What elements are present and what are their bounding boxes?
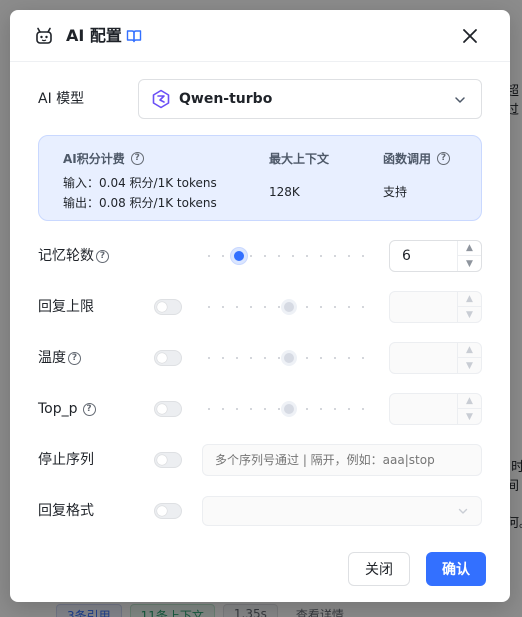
input-price: 输入：0.04 积分/1K tokens: [63, 176, 217, 190]
top-p-slider[interactable]: [202, 401, 376, 417]
memory-number-input[interactable]: 6 ▲ ▼: [389, 240, 482, 272]
stop-sequence-input[interactable]: [202, 444, 482, 476]
model-info-card: AI积分计费 ? 输入：0.04 积分/1K tokens 输出：0.08 积分…: [38, 135, 482, 221]
memory-value: 6: [402, 248, 411, 264]
memory-slider[interactable]: [202, 248, 376, 264]
max-reply-number-input[interactable]: ▲ ▼: [389, 291, 482, 323]
help-icon[interactable]: ?: [130, 152, 144, 165]
stepper: ▲ ▼: [457, 394, 481, 424]
memory-label: 记忆轮数: [38, 248, 94, 264]
stepper: ▲ ▼: [457, 343, 481, 373]
temperature-label: 温度: [38, 350, 66, 366]
stop-row-label: 停止序列: [38, 450, 94, 470]
dialog-title: AI 配置: [66, 26, 122, 45]
close-icon[interactable]: [460, 26, 480, 46]
help-icon[interactable]: ?: [96, 249, 109, 263]
chevron-down-icon: [455, 97, 465, 103]
stop-toggle[interactable]: [154, 452, 182, 468]
max-reply-slider[interactable]: [202, 299, 376, 315]
stepper: ▲ ▼: [457, 292, 481, 322]
increment-icon[interactable]: ▲: [458, 394, 481, 409]
model-name: Qwen-turbo: [179, 91, 273, 107]
chevron-down-icon: [458, 508, 468, 514]
temperature-slider[interactable]: [202, 350, 376, 366]
format-select[interactable]: [202, 496, 482, 526]
confirm-button[interactable]: 确认: [426, 552, 486, 586]
stepper: ▲ ▼: [457, 241, 481, 271]
help-icon[interactable]: ?: [82, 402, 96, 416]
memory-row-label: 记忆轮数 ?: [38, 246, 109, 266]
increment-icon[interactable]: ▲: [458, 343, 481, 358]
function-heading: 函数调用 ?: [383, 150, 451, 167]
decrement-icon[interactable]: ▼: [458, 409, 481, 424]
qwen-logo-icon: [152, 89, 170, 109]
close-button[interactable]: 关闭: [348, 552, 410, 586]
points-heading: AI积分计费 ?: [63, 150, 144, 167]
format-label: 回复格式: [38, 503, 94, 519]
slider-thumb[interactable]: [281, 350, 297, 366]
model-label: AI 模型: [38, 91, 85, 107]
context-title: 最大上下文: [269, 152, 330, 166]
decrement-icon[interactable]: ▼: [458, 256, 481, 271]
output-price: 输出：0.08 积分/1K tokens: [63, 196, 217, 210]
max-reply-toggle[interactable]: [154, 299, 182, 315]
decrement-icon[interactable]: ▼: [458, 307, 481, 322]
temperature-row-label: 温度 ?: [38, 348, 81, 368]
function-value: 支持: [383, 185, 408, 199]
slider-thumb[interactable]: [281, 299, 297, 315]
slider-thumb[interactable]: [281, 401, 297, 417]
increment-icon[interactable]: ▲: [458, 292, 481, 307]
help-icon[interactable]: ?: [68, 351, 81, 365]
slider-track: [202, 255, 376, 257]
format-row-label: 回复格式: [38, 501, 94, 521]
temperature-toggle[interactable]: [154, 350, 182, 366]
top-p-number-input[interactable]: ▲ ▼: [389, 393, 482, 425]
dialog-header: AI 配置: [10, 10, 510, 62]
model-select[interactable]: Qwen-turbo: [138, 79, 482, 119]
decrement-icon[interactable]: ▼: [458, 358, 481, 373]
slider-thumb[interactable]: [230, 248, 247, 264]
top-p-row-label: Top_p ?: [38, 399, 96, 419]
ai-config-dialog: AI 配置 AI 模型 Qwen-turbo AI积分计费 ? 输入：0.04 …: [10, 10, 510, 602]
top-p-label: Top_p: [38, 401, 78, 417]
book-icon[interactable]: [126, 28, 142, 44]
max-reply-label: 回复上限: [38, 299, 94, 315]
top-p-toggle[interactable]: [154, 401, 182, 417]
context-value: 128K: [269, 185, 300, 199]
format-toggle[interactable]: [154, 503, 182, 519]
temperature-number-input[interactable]: ▲ ▼: [389, 342, 482, 374]
function-title: 函数调用: [383, 152, 432, 166]
stop-label: 停止序列: [38, 452, 94, 468]
help-icon[interactable]: ?: [437, 152, 451, 165]
robot-icon: [36, 27, 52, 44]
points-title: AI积分计费: [63, 152, 125, 166]
increment-icon[interactable]: ▲: [458, 241, 481, 256]
context-heading: 最大上下文: [269, 150, 329, 167]
max-reply-row-label: 回复上限: [38, 297, 94, 317]
